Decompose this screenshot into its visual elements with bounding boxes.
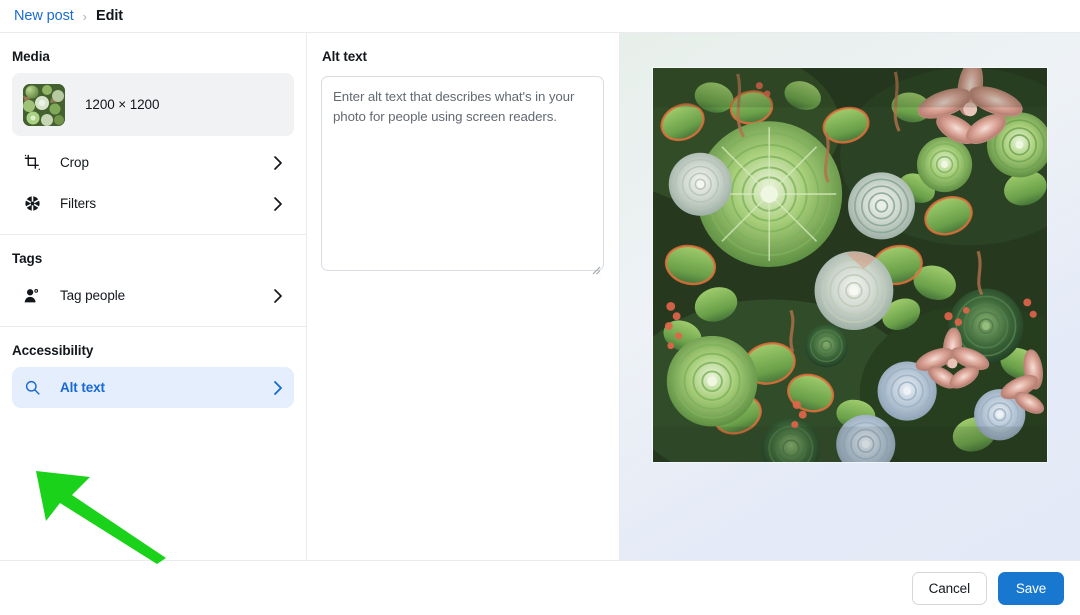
sidebar-item-crop[interactable]: Crop bbox=[12, 142, 294, 183]
alt-text-input-wrapper bbox=[321, 76, 604, 276]
media-thumbnail-image bbox=[23, 83, 65, 126]
breadcrumb-current-edit: Edit bbox=[96, 8, 123, 24]
sidebar-section-media: Media 1200 × 1200 Crop Filters bbox=[0, 33, 306, 234]
green-pointer-arrow bbox=[28, 465, 193, 570]
section-title-tags: Tags bbox=[12, 251, 43, 266]
filters-aperture-icon bbox=[23, 195, 41, 213]
sidebar-section-tags: Tags Tag people bbox=[0, 234, 306, 326]
breadcrumb: New post › Edit bbox=[0, 0, 1080, 33]
save-button[interactable]: Save bbox=[998, 571, 1064, 605]
image-preview-pane bbox=[620, 33, 1080, 560]
dialog-footer: Cancel Save bbox=[0, 560, 1080, 615]
sidebar-item-filters[interactable]: Filters bbox=[12, 183, 294, 224]
magnifier-icon bbox=[23, 379, 41, 397]
sidebar-item-alt-text[interactable]: Alt text bbox=[12, 367, 294, 408]
crop-icon bbox=[23, 154, 41, 172]
cancel-button[interactable]: Cancel bbox=[911, 571, 987, 605]
chevron-right-icon: › bbox=[82, 8, 87, 24]
tag-people-icon bbox=[23, 287, 41, 305]
edit-post-dialog: New post › Edit Media 1200 × 1200 Crop F… bbox=[0, 0, 1080, 615]
alt-text-panel-title: Alt text bbox=[322, 49, 367, 64]
dialog-body: Media 1200 × 1200 Crop Filters Tags Tag … bbox=[0, 33, 1080, 564]
sidebar-item-tag-people[interactable]: Tag people bbox=[12, 275, 294, 316]
chevron-right-icon bbox=[273, 288, 283, 304]
sidebar-item-alt-text-label: Alt text bbox=[60, 380, 105, 395]
section-title-media: Media bbox=[12, 49, 50, 64]
sidebar-item-tag-people-label: Tag people bbox=[60, 288, 126, 303]
chevron-right-icon bbox=[273, 155, 283, 171]
editor-sidebar: Media 1200 × 1200 Crop Filters Tags Tag … bbox=[0, 33, 307, 564]
media-thumbnail-card[interactable]: 1200 × 1200 bbox=[12, 73, 294, 136]
breadcrumb-new-post-link[interactable]: New post bbox=[14, 8, 74, 24]
chevron-right-icon bbox=[273, 196, 283, 212]
section-title-accessibility: Accessibility bbox=[12, 343, 94, 358]
sidebar-item-crop-label: Crop bbox=[60, 155, 89, 170]
chevron-right-icon bbox=[273, 380, 283, 396]
alt-text-panel: Alt text bbox=[307, 33, 620, 560]
sidebar-section-accessibility: Accessibility Alt text bbox=[0, 326, 306, 418]
sidebar-item-filters-label: Filters bbox=[60, 196, 97, 211]
preview-image bbox=[653, 68, 1047, 462]
media-dimensions-label: 1200 × 1200 bbox=[85, 97, 160, 112]
alt-text-input[interactable] bbox=[321, 76, 604, 271]
